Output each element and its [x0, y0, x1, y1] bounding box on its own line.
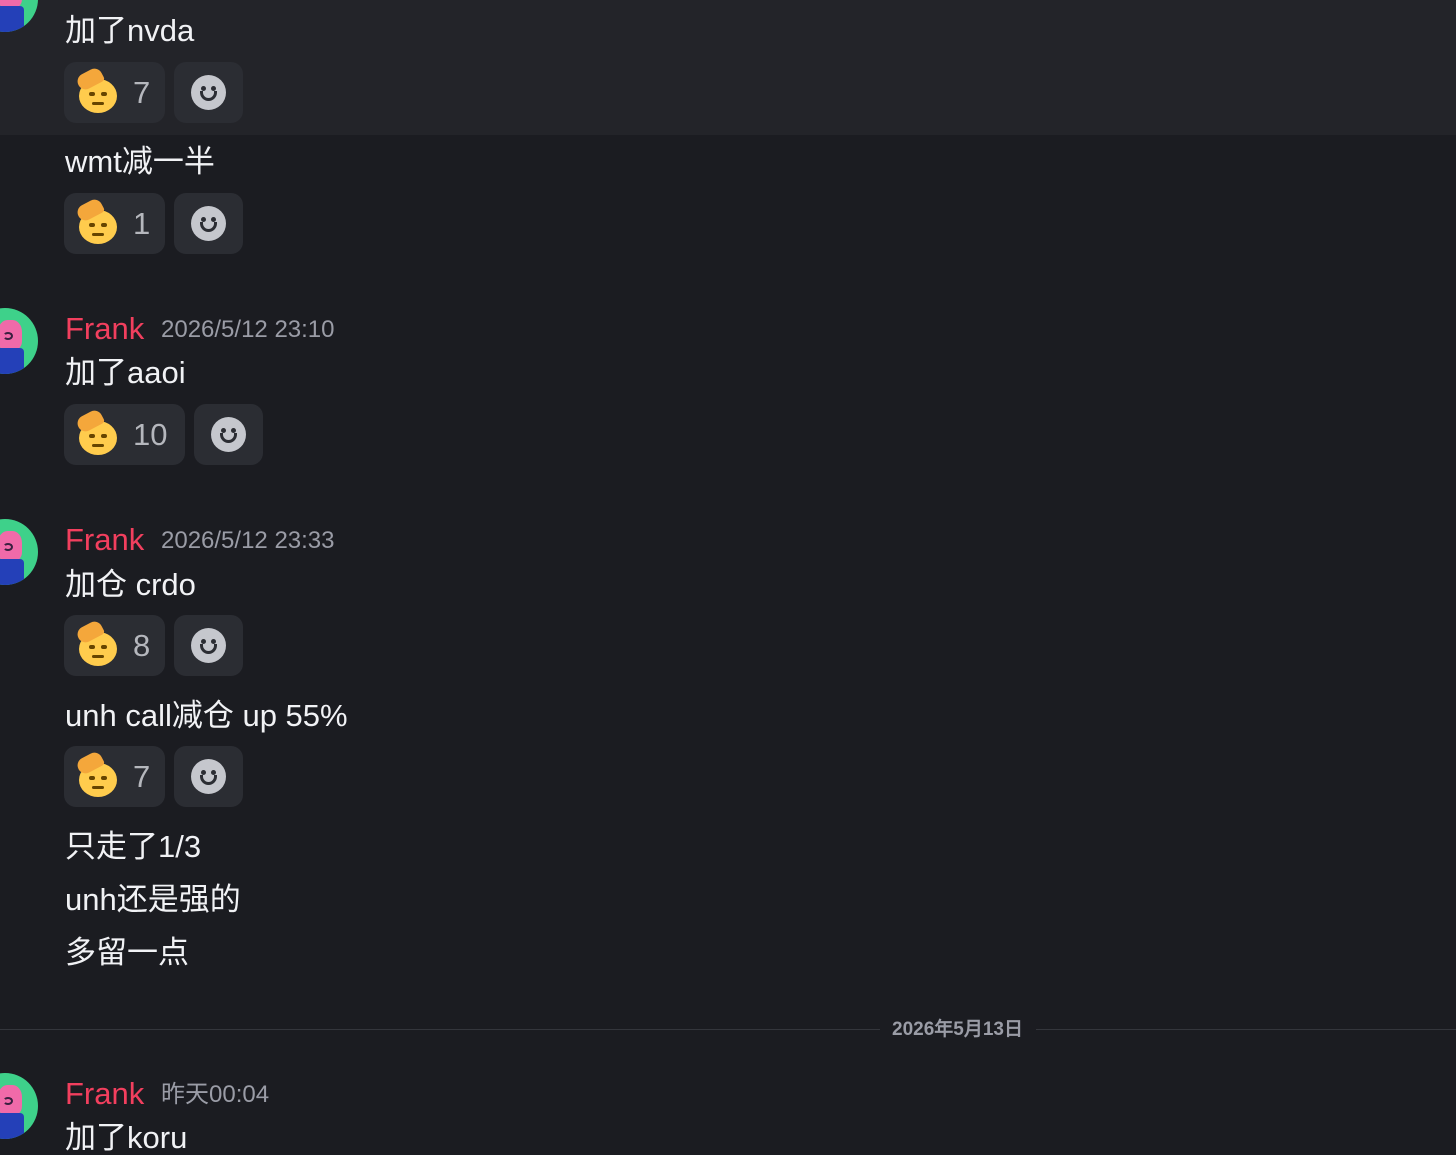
message-text: 加了nvda [65, 13, 195, 48]
reaction-button[interactable]: 10 [64, 404, 185, 465]
reaction-count: 10 [133, 417, 168, 452]
message-text: 只走了1/3 [65, 829, 202, 864]
add-reaction-button[interactable] [174, 746, 243, 807]
add-reaction-button[interactable] [174, 62, 243, 123]
author-name[interactable]: Frank [65, 313, 144, 344]
reaction-count: 8 [133, 628, 151, 663]
avatar[interactable] [0, 308, 38, 374]
reaction-button[interactable]: 1 [64, 193, 165, 254]
reaction-button[interactable]: 7 [64, 62, 165, 123]
avatar[interactable] [0, 1073, 38, 1139]
message-text: unh还是强的 [65, 882, 241, 917]
reaction-button[interactable]: 8 [64, 615, 165, 676]
add-reaction-button[interactable] [174, 615, 243, 676]
avatar[interactable] [0, 519, 38, 585]
add-reaction-smile-icon [191, 206, 226, 241]
saluting-face-icon [74, 618, 121, 668]
author-name[interactable]: Frank [65, 1078, 144, 1109]
message-text: wmt减一半 [65, 144, 215, 179]
message-text: 多留一点 [65, 935, 189, 970]
saluting-face-icon [74, 196, 121, 246]
message-timestamp: 2026/5/12 23:10 [161, 316, 335, 343]
saluting-face-icon [74, 407, 121, 457]
date-divider-line [1036, 1029, 1456, 1030]
date-divider: 2026年5月13日 [892, 1019, 1023, 1040]
add-reaction-smile-icon [191, 628, 226, 663]
message-text: 加了aaoi [65, 355, 186, 390]
reaction-button[interactable]: 7 [64, 746, 165, 807]
add-reaction-smile-icon [191, 759, 226, 794]
add-reaction-button[interactable] [174, 193, 243, 254]
add-reaction-smile-icon [211, 417, 246, 452]
reaction-count: 7 [133, 75, 151, 110]
saluting-face-icon [74, 65, 121, 115]
message-timestamp: 昨天00:04 [161, 1081, 270, 1108]
saluting-face-icon [74, 749, 121, 799]
message-text: 加了koru [65, 1120, 188, 1155]
message-timestamp: 2026/5/12 23:33 [161, 527, 335, 554]
date-divider-line [0, 1029, 880, 1030]
author-name[interactable]: Frank [65, 524, 144, 555]
message-text: 加仓 crdo [65, 567, 196, 602]
add-reaction-smile-icon [191, 75, 226, 110]
reaction-count: 1 [133, 206, 151, 241]
add-reaction-button[interactable] [194, 404, 263, 465]
message-text: unh call减仓 up 55% [65, 698, 348, 733]
reaction-count: 7 [133, 759, 151, 794]
